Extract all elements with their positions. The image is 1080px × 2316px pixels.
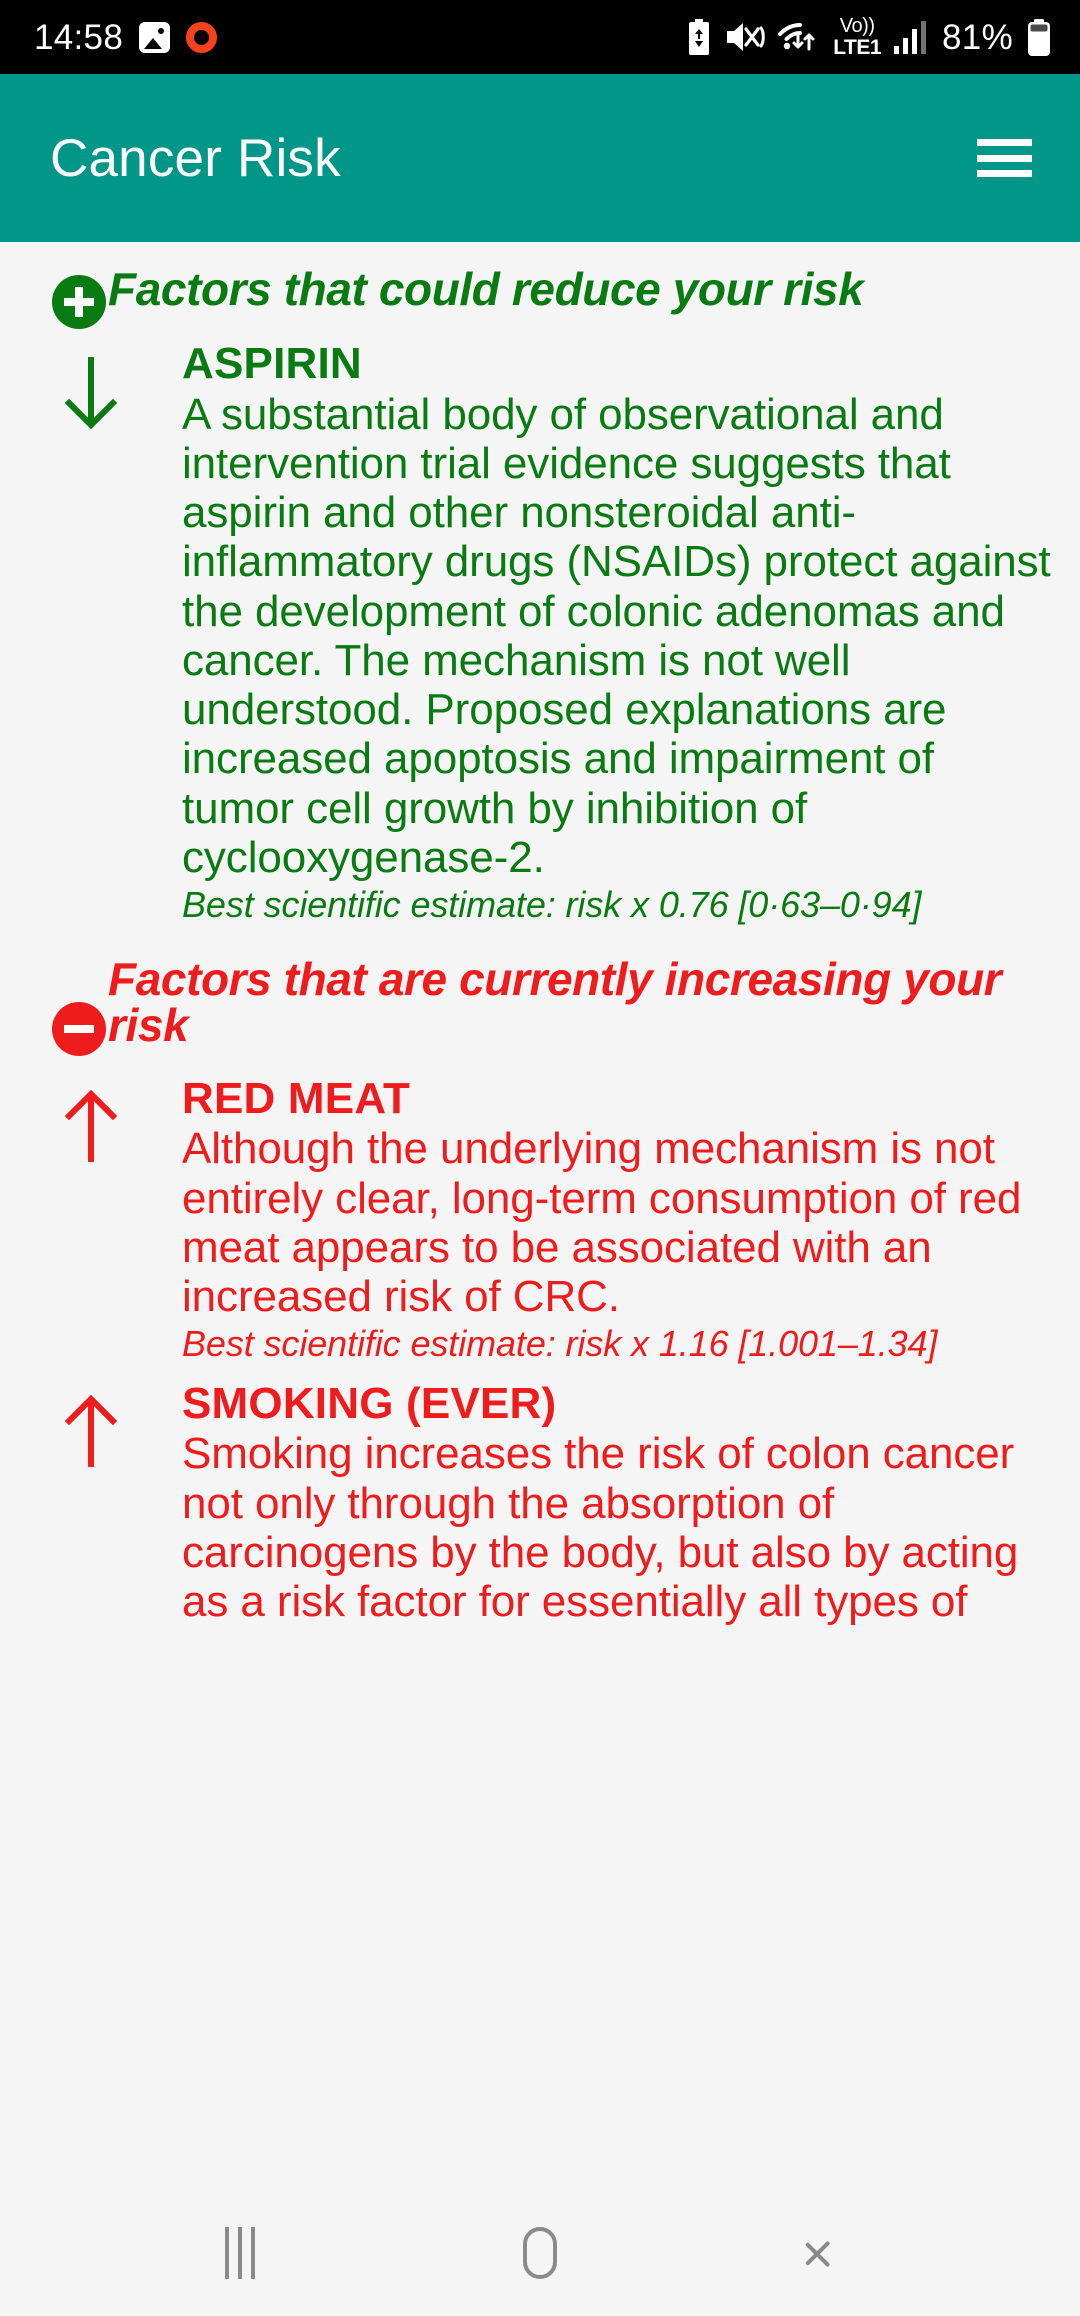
factor-row-red-meat[interactable]: RED MEAT Although the underlying mechani…	[0, 1056, 1080, 1365]
hamburger-line	[977, 139, 1032, 146]
signal-bars-icon	[894, 20, 927, 54]
factor-description: A substantial body of observational and …	[182, 389, 1051, 883]
app-bar: Cancer Risk	[0, 74, 1080, 242]
arrow-up-icon	[0, 1076, 182, 1164]
hamburger-line	[977, 170, 1032, 177]
arrow-down-icon	[0, 341, 182, 429]
gallery-icon	[139, 21, 171, 53]
battery-icon	[1026, 18, 1052, 56]
section-header-increase: Factors that are currently increasing yo…	[0, 926, 1080, 1056]
factor-name: ASPIRIN	[182, 339, 362, 388]
mute-vibrate-icon	[725, 20, 765, 54]
battery-percent-label: 81%	[942, 17, 1013, 57]
factor-row-aspirin[interactable]: ASPIRIN A substantial body of observatio…	[0, 329, 1080, 926]
status-bar: 14:58 Vo)) LTE1 81%	[0, 0, 1080, 74]
hamburger-line	[977, 154, 1032, 162]
wifi-data-icon	[778, 19, 822, 55]
factor-row-smoking[interactable]: SMOKING (EVER) Smoking increases the ris…	[0, 1365, 1080, 1627]
section-header-reduce: Factors that could reduce your risk	[0, 242, 1080, 329]
status-clock: 14:58	[34, 17, 124, 57]
recents-bar	[251, 2227, 255, 2279]
orange-ring-icon	[186, 21, 218, 53]
factor-name: RED MEAT	[182, 1073, 411, 1123]
hamburger-menu-icon[interactable]	[977, 139, 1032, 177]
factor-content: RED MEAT Although the underlying mechani…	[182, 1073, 1054, 1365]
section-title-increase: Factors that are currently increasing yo…	[108, 952, 1002, 1051]
factor-name: SMOKING (EVER)	[182, 1378, 557, 1428]
volte-label-top: Vo))	[839, 15, 875, 37]
back-button[interactable]	[765, 2203, 915, 2303]
recents-bar	[238, 2227, 242, 2279]
factor-content: ASPIRIN A substantial body of observatio…	[182, 339, 1054, 926]
factor-estimate: Best scientific estimate: risk x 0.76 [0…	[182, 884, 922, 926]
system-navigation-bar	[0, 2190, 1080, 2316]
back-chevron-icon	[825, 2228, 855, 2278]
volte-icon: Vo)) LTE1	[833, 16, 881, 58]
risk-factors-list[interactable]: Factors that could reduce your risk ASPI…	[0, 242, 1080, 2190]
factor-content: SMOKING (EVER) Smoking increases the ris…	[182, 1378, 1054, 1627]
battery-saver-icon	[686, 19, 712, 55]
home-button[interactable]	[465, 2203, 615, 2303]
page-title: Cancer Risk	[50, 128, 341, 188]
section-title-reduce: Factors that could reduce your risk	[108, 263, 864, 315]
recents-button[interactable]	[165, 2203, 315, 2303]
factor-description: Although the underlying mechanism is not…	[182, 1124, 1022, 1322]
factor-description: Smoking increases the risk of colon canc…	[182, 1429, 1019, 1627]
volte-label-bottom: LTE1	[833, 36, 882, 59]
arrow-up-icon	[0, 1381, 182, 1469]
home-icon	[523, 2227, 557, 2279]
minus-circle-icon	[52, 1001, 106, 1056]
plus-circle-icon	[52, 275, 106, 329]
status-bar-right: Vo)) LTE1 81%	[686, 16, 1052, 58]
status-bar-left: 14:58	[34, 17, 218, 57]
recents-icon	[225, 2227, 255, 2279]
recents-bar	[225, 2227, 229, 2279]
factor-estimate: Best scientific estimate: risk x 1.16 [1…	[182, 1323, 938, 1365]
